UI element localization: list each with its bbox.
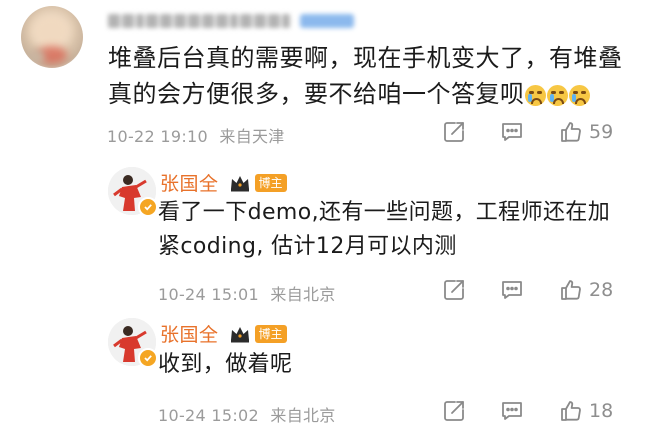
reply-author-name[interactable]: 张国全 <box>160 169 219 196</box>
reply-time: 10-24 15:02 <box>158 406 259 425</box>
reply-author-name[interactable]: 张国全 <box>160 320 219 347</box>
commenter-avatar[interactable] <box>21 6 83 68</box>
reply-location: 来自北京 <box>270 285 336 304</box>
like-count: 28 <box>589 279 614 301</box>
verified-badge-icon <box>138 348 158 368</box>
share-icon[interactable] <box>442 120 466 144</box>
like-count: 18 <box>589 400 614 422</box>
reply-avatar[interactable] <box>108 318 158 368</box>
crying-emoji-icon <box>524 85 546 106</box>
reply-text: 看了一下demo,还有一些问题，工程师还在加紧coding, 估计12月可以内测 <box>158 200 611 259</box>
main-comment-text: 堆叠后台真的需要啊，现在手机变大了，有堆叠真的会方便很多，要不给咱一个答复呗 <box>108 40 638 112</box>
like-count: 59 <box>589 121 614 143</box>
thumbs-up-icon[interactable] <box>559 120 583 144</box>
comment-icon[interactable] <box>500 120 524 144</box>
reply-location: 来自北京 <box>270 406 336 425</box>
share-icon[interactable] <box>442 399 466 423</box>
comment-location: 来自天津 <box>219 127 285 146</box>
crying-emoji-icon <box>568 85 590 106</box>
comment-time: 10-22 19:10 <box>107 127 208 146</box>
reply-actions: 28 <box>442 278 613 302</box>
reply-meta: 10-24 15:01 来自北京 <box>158 281 336 305</box>
crying-emoji-group <box>524 85 591 106</box>
thumbs-up-icon[interactable] <box>559 399 583 423</box>
blogger-badge: 博主 <box>254 173 287 192</box>
thumbs-up-icon[interactable] <box>559 278 583 302</box>
crown-icon <box>230 175 249 191</box>
reply-header: 张国全 博主 <box>160 320 287 347</box>
share-icon[interactable] <box>442 278 466 302</box>
reply-header: 张国全 博主 <box>160 169 287 196</box>
comment-icon[interactable] <box>500 278 524 302</box>
reply-time: 10-24 15:01 <box>158 285 259 304</box>
reply-text: 收到，做着呢 <box>158 352 293 377</box>
main-comment-actions: 59 <box>442 120 613 144</box>
comment-icon[interactable] <box>500 399 524 423</box>
main-comment-meta: 10-22 19:10 来自天津 <box>107 123 285 147</box>
reply-avatar[interactable] <box>108 167 158 217</box>
reply-actions: 18 <box>442 399 613 423</box>
blogger-badge: 博主 <box>254 324 287 343</box>
reply-meta: 10-24 15:02 来自北京 <box>158 402 336 426</box>
commenter-name-blurred[interactable] <box>108 12 358 30</box>
verified-badge-icon <box>138 197 158 217</box>
crying-emoji-icon <box>546 85 568 106</box>
crown-icon <box>230 326 249 342</box>
